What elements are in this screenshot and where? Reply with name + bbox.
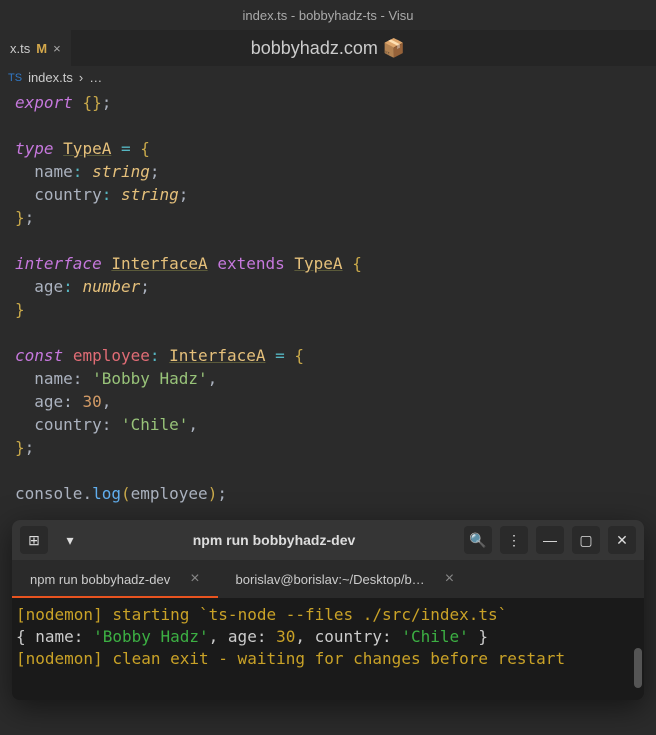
- type: number: [82, 277, 140, 296]
- close-button[interactable]: ✕: [608, 526, 636, 554]
- semi: ;: [140, 277, 150, 296]
- search-icon[interactable]: 🔍: [464, 526, 492, 554]
- terminal-window: ⊞ ▾ npm run bobbyhadz-dev 🔍 ⋮ — ▢ ✕ npm …: [12, 520, 644, 700]
- brace: }: [15, 300, 25, 319]
- dropdown-button[interactable]: ▾: [56, 526, 84, 554]
- paren: (: [121, 484, 131, 503]
- close-icon[interactable]: ×: [53, 41, 61, 56]
- close-icon[interactable]: ×: [445, 570, 454, 588]
- term-text: `ts-node --files ./src/index.ts`: [199, 605, 507, 624]
- breadcrumb-more: …: [89, 70, 102, 85]
- brace: {: [294, 346, 304, 365]
- typescript-icon: TS: [8, 72, 22, 84]
- kw-type: type: [15, 139, 54, 158]
- terminal-tab-label: borislav@borislav:~/Desktop/b…: [236, 572, 425, 587]
- string: 'Bobby Hadz': [92, 369, 208, 388]
- brace: }: [15, 438, 25, 457]
- number: 30: [82, 392, 101, 411]
- semi: ;: [179, 185, 189, 204]
- colon: :: [150, 346, 160, 365]
- kw-export: export: [15, 93, 73, 112]
- paren: ): [208, 484, 218, 503]
- terminal-tab-label: npm run bobbyhadz-dev: [30, 572, 170, 587]
- semi: ;: [150, 162, 160, 181]
- term-text: [nodemon] starting: [16, 605, 199, 624]
- prop: age: [34, 277, 63, 296]
- string: 'Chile': [121, 415, 188, 434]
- kw-interface: interface: [15, 254, 102, 273]
- close-icon[interactable]: ×: [190, 570, 199, 588]
- terminal-tabs: npm run bobbyhadz-dev × borislav@borisla…: [12, 560, 644, 598]
- type-name: TypeA: [63, 139, 111, 158]
- comma: ,: [208, 369, 218, 388]
- prop: name: [34, 369, 73, 388]
- tab-modified-indicator: M: [36, 41, 47, 56]
- terminal-title: npm run bobbyhadz-dev: [92, 532, 456, 548]
- prop: country: [34, 185, 101, 204]
- term-text: { name:: [16, 627, 93, 646]
- watermark: bobbyhadz.com 📦: [251, 38, 406, 59]
- type: string: [92, 162, 150, 181]
- var: employee: [73, 346, 150, 365]
- type-name: InterfaceA: [111, 254, 207, 273]
- code-editor[interactable]: export {}; type TypeA = { name: string; …: [0, 89, 656, 507]
- colon: :: [73, 162, 83, 181]
- minimize-button[interactable]: —: [536, 526, 564, 554]
- semi: ;: [25, 208, 35, 227]
- comma: ,: [188, 415, 198, 434]
- term-text: 30: [276, 627, 295, 646]
- obj: console: [15, 484, 82, 503]
- editor-tab[interactable]: x.ts M ×: [0, 30, 71, 66]
- dot: .: [82, 484, 92, 503]
- breadcrumb-sep: ›: [79, 70, 83, 85]
- brace: }: [15, 208, 25, 227]
- terminal-header: ⊞ ▾ npm run bobbyhadz-dev 🔍 ⋮ — ▢ ✕: [12, 520, 644, 560]
- new-tab-button[interactable]: ⊞: [20, 526, 48, 554]
- colon: :: [63, 277, 73, 296]
- term-text: 'Chile': [401, 627, 468, 646]
- term-text: }: [469, 627, 488, 646]
- op: =: [275, 346, 285, 365]
- tab-filename: x.ts: [10, 41, 30, 56]
- brace: {: [352, 254, 362, 273]
- term-text: [nodemon] clean exit - waiting for chang…: [16, 649, 565, 668]
- term-text: , age:: [209, 627, 276, 646]
- prop: country: [34, 415, 101, 434]
- colon: :: [102, 185, 112, 204]
- type-name: InterfaceA: [169, 346, 265, 365]
- scrollbar[interactable]: [634, 648, 642, 688]
- type: string: [121, 185, 179, 204]
- semi: ;: [102, 93, 112, 112]
- terminal-tab[interactable]: borislav@borislav:~/Desktop/b… ×: [218, 560, 472, 598]
- term-text: 'Bobby Hadz': [93, 627, 209, 646]
- arg: employee: [131, 484, 208, 503]
- prop: name: [34, 162, 73, 181]
- semi: ;: [217, 484, 227, 503]
- terminal-tab-active[interactable]: npm run bobbyhadz-dev ×: [12, 560, 218, 598]
- terminal-output[interactable]: [nodemon] starting `ts-node --files ./sr…: [12, 598, 644, 700]
- breadcrumb[interactable]: TS index.ts › …: [0, 66, 656, 89]
- comma: ,: [102, 392, 112, 411]
- brace: {: [140, 139, 150, 158]
- menu-icon[interactable]: ⋮: [500, 526, 528, 554]
- type-name: TypeA: [294, 254, 342, 273]
- op: =: [121, 139, 131, 158]
- window-title: index.ts - bobbyhadz-ts - Visu: [0, 0, 656, 30]
- kw-extends: extends: [217, 254, 284, 273]
- method: log: [92, 484, 121, 503]
- prop: age: [34, 392, 63, 411]
- kw-const: const: [15, 346, 63, 365]
- term-text: , country:: [295, 627, 401, 646]
- tab-bar: x.ts M × bobbyhadz.com 📦: [0, 30, 656, 66]
- breadcrumb-file: index.ts: [28, 70, 73, 85]
- braces: {}: [82, 93, 101, 112]
- maximize-button[interactable]: ▢: [572, 526, 600, 554]
- semi: ;: [25, 438, 35, 457]
